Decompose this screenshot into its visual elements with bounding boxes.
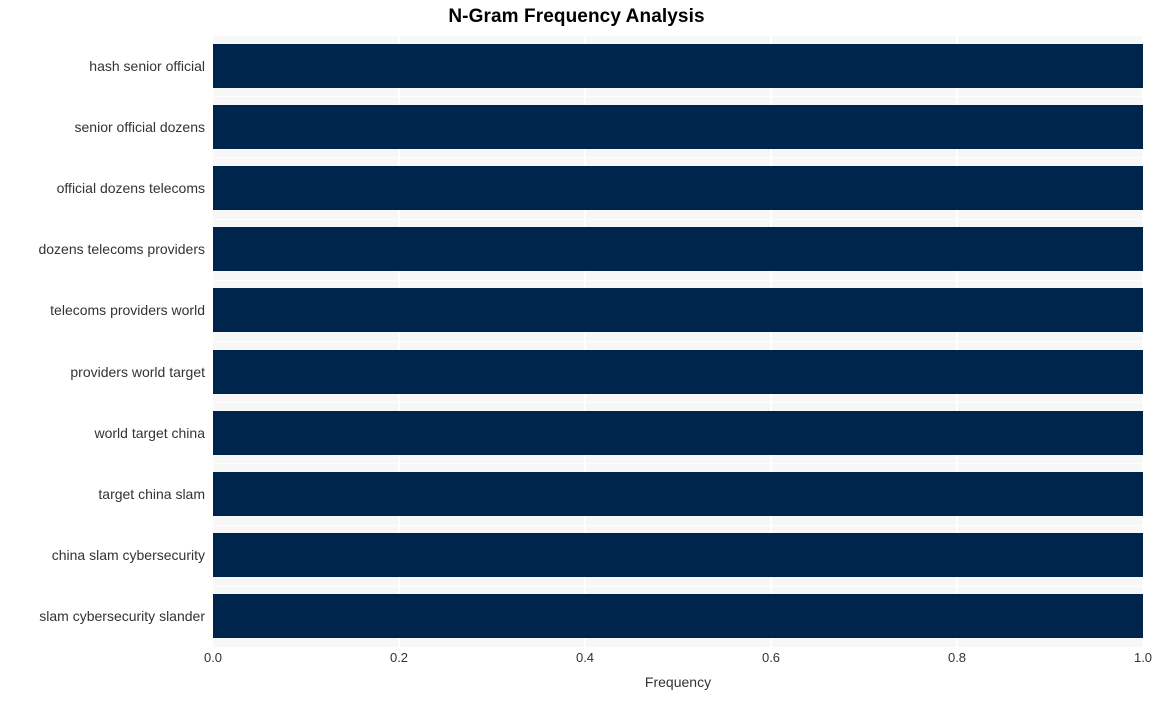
chart-title: N-Gram Frequency Analysis — [448, 6, 705, 27]
y-axis-tick-label: providers world target — [70, 363, 205, 380]
ngram-frequency-bar-chart: N-Gram Frequency Analysis hash senior of… — [0, 0, 1153, 701]
y-axis-tick-label: official dozens telecoms — [56, 180, 205, 196]
x-axis-tick-label: 0.4 — [575, 650, 595, 665]
y-axis-tick-label: china slam cybersecurity — [51, 547, 205, 564]
bar — [213, 166, 1143, 210]
bar — [213, 533, 1143, 578]
y-axis-tick-label: world target china — [94, 424, 205, 441]
x-axis-tick-label: 1.0 — [1133, 650, 1153, 665]
y-axis-tick-label: target china slam — [98, 486, 205, 502]
x-axis-tick-label: 0.2 — [389, 650, 409, 665]
bar — [213, 43, 1143, 88]
bar — [213, 410, 1143, 455]
x-axis-title: Frequency — [644, 674, 712, 690]
bar — [213, 349, 1143, 394]
x-axis-tick-labels: 0.0 0.2 0.4 0.6 0.8 1.0 — [204, 650, 1152, 672]
y-axis-tick-labels: hash senior official senior official doze… — [0, 35, 205, 647]
plot-area — [213, 35, 1143, 647]
bar — [213, 104, 1143, 149]
y-axis-tick-label: dozens telecoms providers — [38, 241, 205, 258]
bar — [213, 227, 1143, 272]
y-axis-tick-label: senior official dozens — [74, 118, 205, 135]
bar — [213, 472, 1143, 516]
y-axis-tick-label: hash senior official — [89, 57, 205, 74]
bar — [213, 594, 1143, 639]
x-axis-tick-label: 0.0 — [203, 650, 223, 665]
x-axis-tick-label: 0.8 — [947, 650, 967, 665]
bar — [213, 288, 1143, 333]
bars-layer — [213, 35, 1143, 647]
x-axis-tick-label: 0.6 — [761, 650, 781, 665]
y-axis-tick-label: telecoms providers world — [50, 302, 205, 319]
y-axis-tick-label: slam cybersecurity slander — [39, 608, 205, 625]
